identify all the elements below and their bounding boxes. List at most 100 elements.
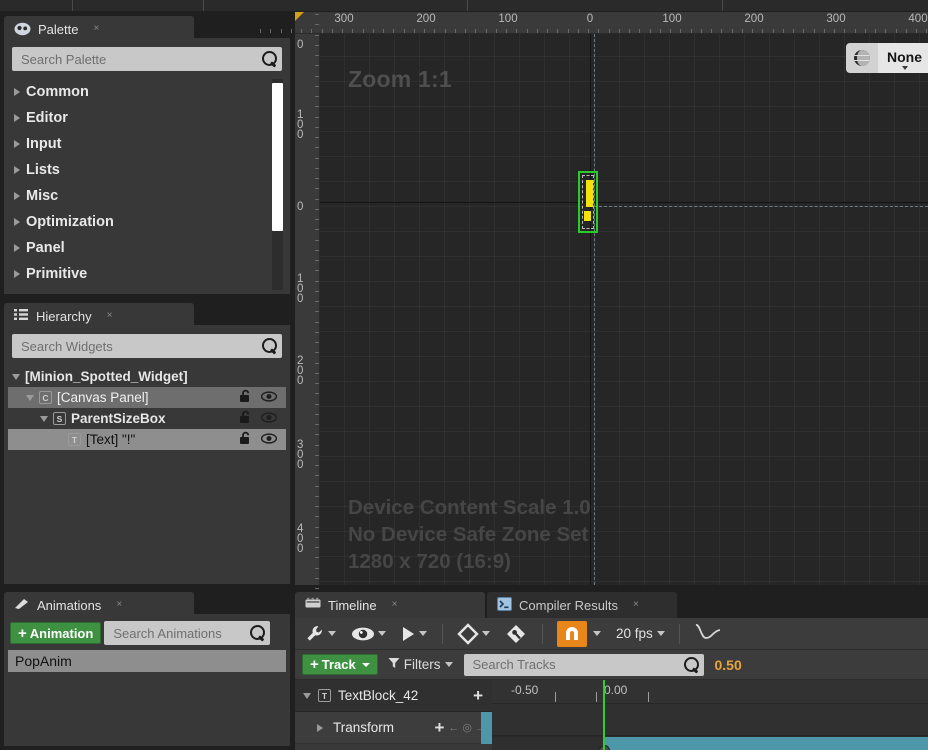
bottom-dock: Timeline × Compiler Results × 20 fps + T… bbox=[295, 588, 928, 750]
chevron-down-icon[interactable] bbox=[419, 631, 427, 636]
palette-panel: Palette × Search Palette Common Editor Inp… bbox=[4, 12, 290, 294]
track-row-object[interactable]: T TextBlock_42 + bbox=[295, 680, 492, 712]
search-widgets-input[interactable]: Search Widgets bbox=[12, 334, 282, 358]
unlock-icon[interactable] bbox=[238, 410, 252, 427]
playhead[interactable] bbox=[603, 680, 605, 750]
ruler-tick-v bbox=[315, 475, 319, 477]
widget-tree[interactable]: [Minion_Spotted_Widget] C [Canvas Panel] S P… bbox=[8, 366, 286, 580]
animation-name: PopAnim bbox=[15, 653, 72, 669]
track-row-transform[interactable]: Transform + ← ◎ → bbox=[295, 712, 492, 744]
hierarchy-row[interactable]: S ParentSizeBox bbox=[8, 408, 286, 429]
animation-list[interactable]: PopAnim bbox=[8, 650, 286, 672]
add-animation-button[interactable]: + Animation bbox=[10, 622, 102, 644]
ruler-tick-h bbox=[321, 29, 323, 33]
world-space-value-box[interactable]: None bbox=[878, 43, 928, 73]
curve-editor-icon[interactable] bbox=[694, 621, 722, 646]
palette-scrollbar-thumb[interactable] bbox=[272, 83, 283, 231]
designer-viewport[interactable]: 300 200 100 0 100 200 300 400 0 100 0 100 200 300 400… bbox=[260, 12, 928, 589]
expander-icon[interactable] bbox=[12, 373, 20, 380]
close-icon[interactable]: × bbox=[633, 600, 639, 610]
hierarchy-row[interactable]: T [Text] "!" bbox=[8, 429, 286, 450]
search-tracks-input[interactable]: Search Tracks bbox=[463, 653, 704, 676]
tab-timeline[interactable]: Timeline × bbox=[295, 592, 485, 618]
design-canvas[interactable]: Zoom 1:1 Device Content Scale 1.0 No Dev… bbox=[320, 34, 928, 585]
palette-category-lists[interactable]: Lists bbox=[8, 157, 286, 183]
ruler-tick-h bbox=[639, 29, 641, 33]
expander-icon[interactable] bbox=[14, 218, 20, 226]
key-interp-icon[interactable] bbox=[505, 623, 527, 645]
play-icon[interactable] bbox=[401, 626, 427, 642]
wrench-icon[interactable] bbox=[305, 624, 336, 644]
tab-compiler-results[interactable]: Compiler Results × bbox=[487, 592, 677, 618]
add-track-button[interactable]: + Track bbox=[302, 654, 378, 675]
eye-icon[interactable] bbox=[260, 390, 278, 405]
close-icon[interactable]: × bbox=[93, 24, 99, 34]
close-icon[interactable]: × bbox=[107, 311, 113, 321]
ruler-tick-h bbox=[844, 29, 846, 33]
expander-icon[interactable] bbox=[317, 723, 323, 732]
add-key-button[interactable]: + bbox=[434, 718, 448, 738]
vertical-ruler[interactable]: 0 100 0 100 200 300 400 bbox=[295, 14, 320, 589]
list-item[interactable]: PopAnim bbox=[8, 650, 286, 672]
ruler-tick-v bbox=[315, 444, 319, 446]
expander-icon[interactable] bbox=[14, 88, 20, 96]
eye-icon[interactable] bbox=[260, 411, 278, 426]
close-icon[interactable]: × bbox=[116, 600, 122, 610]
palette-category-optimization[interactable]: Optimization bbox=[8, 209, 286, 235]
expander-icon[interactable] bbox=[14, 192, 20, 200]
previous-key-icon[interactable]: ← bbox=[448, 722, 459, 734]
exclamation-stem bbox=[586, 180, 593, 207]
palette-category-misc[interactable]: Misc bbox=[8, 183, 286, 209]
ruler-tick-v bbox=[315, 536, 319, 538]
ruler-tick-h bbox=[465, 29, 466, 33]
hierarchy-row[interactable]: [Minion_Spotted_Widget] bbox=[8, 366, 286, 387]
expander-icon[interactable] bbox=[26, 394, 34, 401]
timeline-ruler[interactable]: -0.50 0.00 bbox=[492, 680, 928, 704]
selected-widget-outline[interactable] bbox=[578, 171, 598, 233]
world-space-selector[interactable]: None bbox=[846, 43, 928, 73]
palette-category-primitive[interactable]: Primitive bbox=[8, 261, 286, 287]
set-key-icon[interactable]: ◎ bbox=[462, 721, 472, 734]
expander-icon[interactable] bbox=[14, 166, 20, 174]
ruler-tick-v bbox=[315, 434, 319, 436]
search-animations-input[interactable]: Search Animations bbox=[104, 621, 271, 645]
chevron-down-icon[interactable] bbox=[328, 631, 336, 636]
expander-icon[interactable] bbox=[14, 140, 20, 148]
animation-section-bar[interactable] bbox=[604, 737, 928, 750]
ruler-tick-v bbox=[315, 249, 319, 251]
palette-category-editor[interactable]: Editor bbox=[8, 105, 286, 131]
close-icon[interactable]: × bbox=[392, 600, 398, 610]
hierarchy-row[interactable]: C [Canvas Panel] bbox=[8, 387, 286, 408]
eye-icon[interactable] bbox=[351, 626, 386, 642]
search-palette-input[interactable]: Search Palette bbox=[12, 47, 282, 71]
chevron-down-icon[interactable] bbox=[656, 631, 665, 636]
palette-category-input[interactable]: Input bbox=[8, 131, 286, 157]
unlock-icon[interactable] bbox=[238, 389, 252, 406]
palette-category-list[interactable]: Common Editor Input Lists Misc Optimization Pa… bbox=[8, 79, 286, 290]
expander-icon[interactable] bbox=[40, 415, 48, 422]
palette-category-common[interactable]: Common bbox=[8, 79, 286, 105]
eye-icon[interactable] bbox=[260, 432, 278, 447]
expander-icon[interactable] bbox=[303, 692, 311, 699]
expander-icon[interactable] bbox=[14, 114, 20, 122]
add-keyframe-icon[interactable] bbox=[457, 622, 490, 645]
unlock-icon[interactable] bbox=[238, 431, 252, 448]
timeline-ruler-tick bbox=[648, 692, 649, 702]
fps-selector[interactable]: 20 fps bbox=[616, 626, 665, 641]
ruler-tick-h bbox=[557, 29, 559, 33]
expander-icon[interactable] bbox=[14, 270, 20, 278]
chevron-down-icon[interactable] bbox=[378, 631, 386, 636]
horizontal-ruler[interactable]: 300 200 100 0 100 200 300 400 bbox=[260, 12, 928, 34]
chevron-down-icon[interactable] bbox=[593, 631, 601, 636]
snap-magnet-icon[interactable] bbox=[557, 620, 587, 647]
palette-category-panel[interactable]: Panel bbox=[8, 235, 286, 261]
timeline-row-transform[interactable] bbox=[492, 737, 928, 750]
expander-icon[interactable] bbox=[14, 244, 20, 252]
add-track-to-object-button[interactable]: + bbox=[473, 686, 492, 706]
timeline-track-area[interactable]: -0.50 0.00 bbox=[492, 680, 928, 750]
snap-options-dropdown[interactable] bbox=[593, 631, 601, 636]
chevron-down-icon[interactable] bbox=[482, 631, 490, 636]
filters-button[interactable]: Filters bbox=[388, 657, 453, 672]
timeline-row-object[interactable] bbox=[492, 704, 928, 736]
ruler-label-h: 200 bbox=[744, 13, 764, 25]
